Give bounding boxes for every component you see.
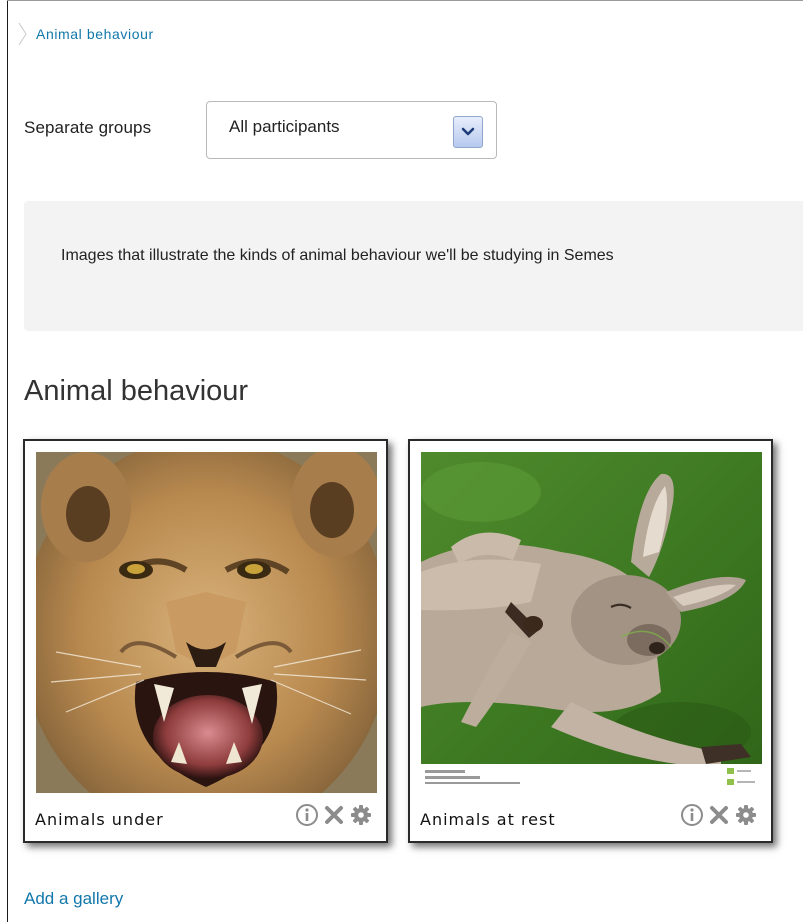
gallery-card[interactable]: Animals at rest — [408, 439, 773, 843]
breadcrumb: Animal behaviour — [18, 22, 154, 46]
delete-icon — [325, 806, 343, 824]
gallery-thumbnail-lioness[interactable] — [36, 452, 377, 793]
page-frame-top-border — [7, 0, 803, 1]
gallery-thumbnail-kangaroo[interactable] — [421, 452, 762, 793]
group-select[interactable]: All participants — [206, 101, 497, 159]
settings-button[interactable] — [734, 803, 758, 827]
delete-icon — [710, 806, 728, 824]
delete-button[interactable] — [707, 803, 731, 827]
add-gallery-link[interactable]: Add a gallery — [24, 889, 123, 909]
gallery-intro-text: Images that illustrate the kinds of anim… — [61, 247, 614, 264]
info-button[interactable] — [295, 803, 319, 827]
group-select-dropdown-button[interactable] — [453, 116, 483, 148]
page-frame-left-border — [7, 0, 8, 922]
info-button[interactable] — [680, 803, 704, 827]
gallery-caption[interactable]: Animals under — [35, 810, 164, 829]
snarling-lioness-image — [36, 452, 377, 793]
info-icon — [681, 804, 703, 826]
delete-button[interactable] — [322, 803, 346, 827]
gallery-card[interactable]: Animals under — [23, 439, 388, 843]
breadcrumb-link-animal-behaviour[interactable]: Animal behaviour — [36, 26, 154, 42]
gallery-caption[interactable]: Animals at rest — [420, 810, 556, 829]
gallery-actions — [680, 803, 758, 827]
gallery-actions — [295, 803, 373, 827]
section-title: Animal behaviour — [24, 375, 249, 407]
separate-groups-label: Separate groups — [24, 118, 152, 137]
group-select-value: All participants — [229, 117, 340, 136]
breadcrumb-separator-icon — [18, 22, 27, 46]
gear-icon — [351, 805, 371, 825]
gear-icon — [736, 805, 756, 825]
gallery-intro-box: Images that illustrate the kinds of anim… — [24, 201, 803, 331]
settings-button[interactable] — [349, 803, 373, 827]
chevron-down-icon — [461, 127, 475, 136]
info-icon — [296, 804, 318, 826]
sleeping-kangaroo-image — [421, 452, 762, 793]
